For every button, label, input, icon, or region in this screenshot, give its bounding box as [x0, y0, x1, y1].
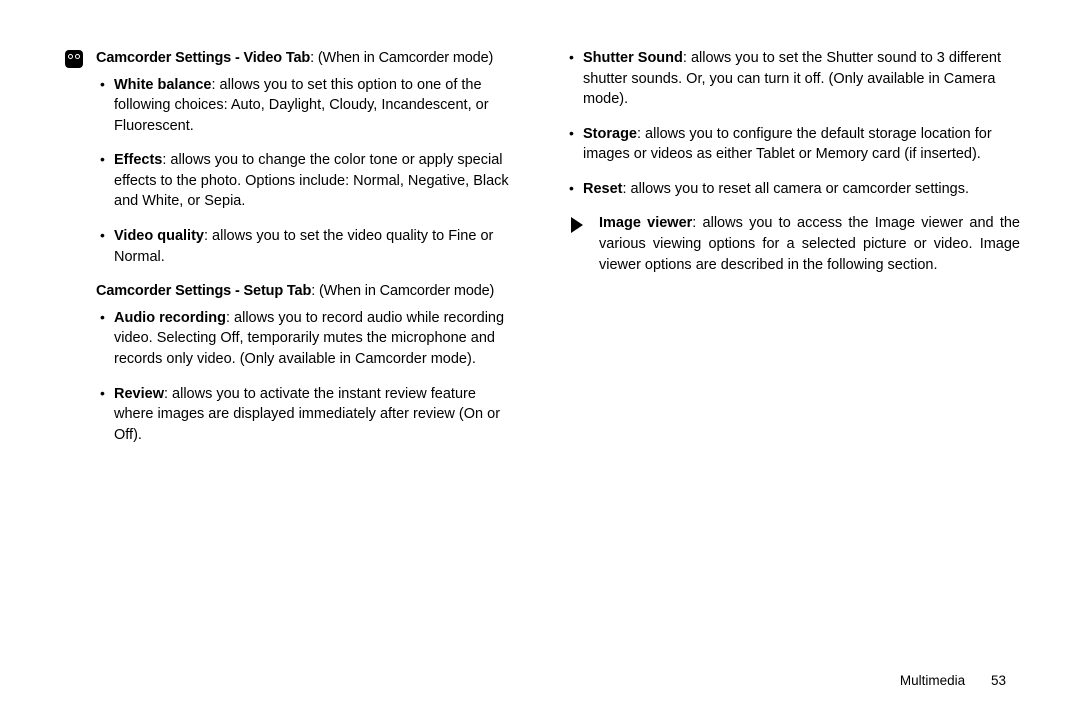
video-tab-list: White balance: allows you to set this op… [96, 75, 517, 268]
list-item: White balance: allows you to set this op… [114, 75, 517, 137]
item-bold: Audio recording [114, 310, 226, 326]
list-item: Effects: allows you to change the color … [114, 150, 517, 212]
play-icon [571, 217, 583, 233]
right-cont-list: Shutter Sound: allows you to set the Shu… [565, 48, 1020, 199]
item-bold: Reset [583, 181, 623, 197]
list-item: Audio recording: allows you to record au… [114, 308, 517, 370]
page: Camcorder Settings - Video Tab: (When in… [0, 0, 1080, 720]
image-viewer-text: Image viewer: allows you to access the I… [599, 213, 1020, 275]
item-rest: : allows you to change the color tone or… [114, 152, 509, 209]
icon-cell [62, 48, 86, 68]
heading-bold: Camcorder Settings - Video Tab [96, 50, 310, 66]
heading-bold: Camcorder Settings - Setup Tab [96, 283, 311, 299]
list-item: Review: allows you to activate the insta… [114, 384, 517, 446]
item-bold: Image viewer [599, 215, 692, 231]
section-video-tab: Camcorder Settings - Video Tab: (When in… [62, 48, 517, 459]
item-rest: : allows you to activate the instant rev… [114, 386, 500, 443]
item-bold: Review [114, 386, 164, 402]
item-bold: Storage [583, 126, 637, 142]
setup-tab-list: Audio recording: allows you to record au… [96, 308, 517, 445]
item-bold: Shutter Sound [583, 50, 683, 66]
footer-section: Multimedia [900, 673, 965, 688]
video-tab-heading: Camcorder Settings - Video Tab: (When in… [96, 48, 517, 69]
image-viewer-body: Image viewer: allows you to access the I… [589, 213, 1020, 275]
left-column: Camcorder Settings - Video Tab: (When in… [62, 48, 517, 690]
right-column: Shutter Sound: allows you to set the Shu… [565, 48, 1020, 690]
camcorder-icon [65, 50, 83, 68]
item-rest: : allows you to configure the default st… [583, 126, 992, 163]
heading-rest: : (When in Camcorder mode) [310, 50, 493, 66]
footer-page-number: 53 [991, 673, 1006, 688]
list-item: Reset: allows you to reset all camera or… [583, 179, 1020, 200]
heading-rest: : (When in Camcorder mode) [311, 283, 494, 299]
section-image-viewer: Image viewer: allows you to access the I… [565, 213, 1020, 275]
list-item: Storage: allows you to configure the def… [583, 124, 1020, 165]
item-bold: Effects [114, 152, 162, 168]
item-rest: : allows you to reset all camera or camc… [623, 181, 970, 197]
setup-tab-heading: Camcorder Settings - Setup Tab: (When in… [96, 281, 517, 302]
section-body: Camcorder Settings - Video Tab: (When in… [86, 48, 517, 459]
page-footer: Multimedia 53 [900, 671, 1006, 690]
item-bold: White balance [114, 77, 212, 93]
icon-cell [565, 213, 589, 233]
item-bold: Video quality [114, 228, 204, 244]
list-item: Video quality: allows you to set the vid… [114, 226, 517, 267]
list-item: Shutter Sound: allows you to set the Shu… [583, 48, 1020, 110]
